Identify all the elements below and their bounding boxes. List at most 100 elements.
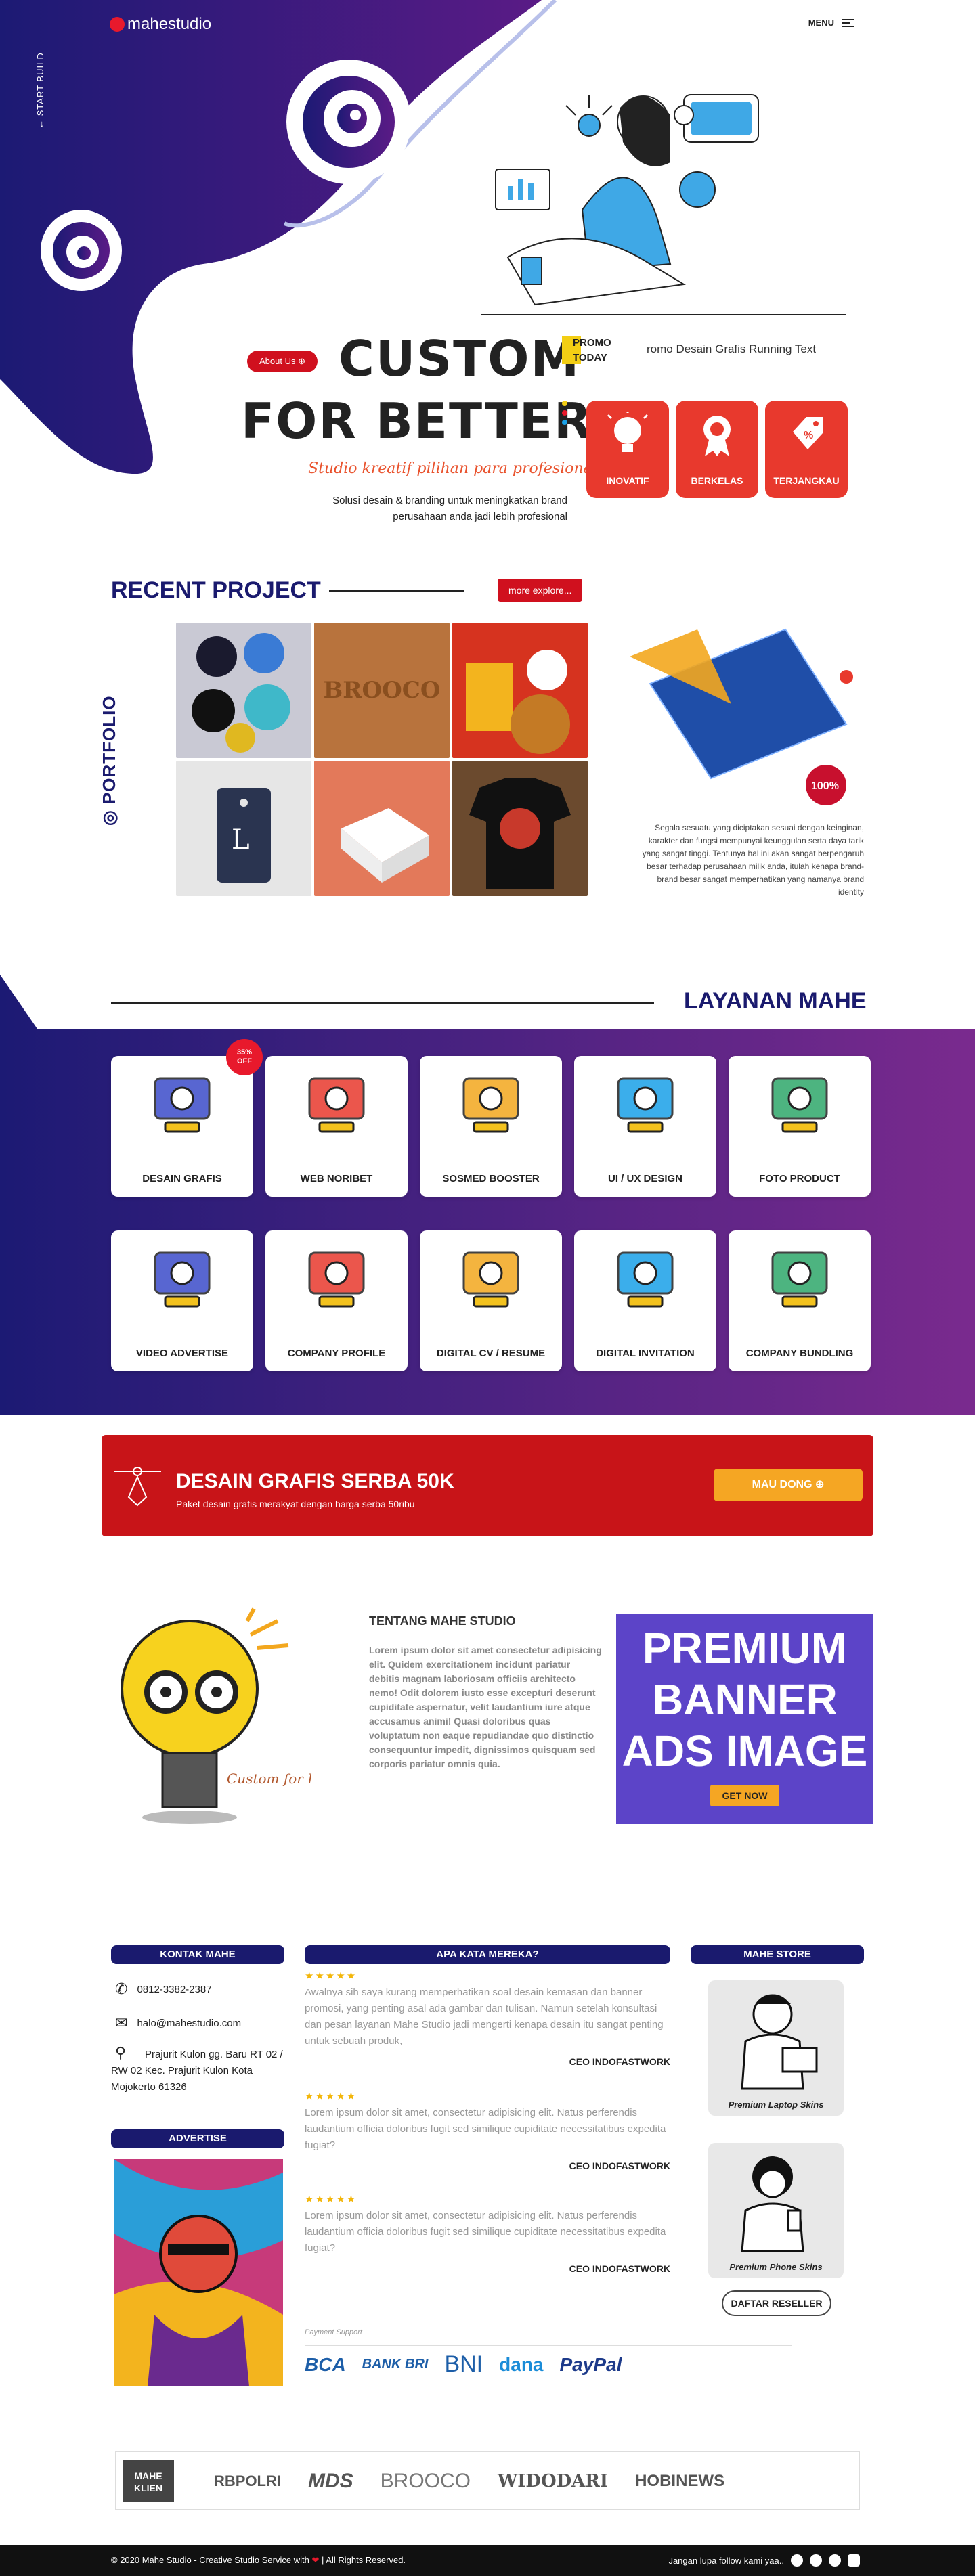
portfolio-side-label: ◎ PORTFOLIO [99, 695, 119, 826]
contact-phone[interactable]: ✆ 0812-3382-2387 [115, 1980, 212, 1998]
service-card-foto-product[interactable]: FOTO PRODUCT [729, 1056, 871, 1197]
service-icon [308, 1251, 365, 1308]
payment-logo: BCA [305, 2353, 346, 2375]
recent-project-title: RECENT PROJECT [111, 577, 321, 603]
mail-icon: ✉ [115, 2014, 128, 2031]
service-icon [154, 1251, 211, 1308]
social-links: Jangan lupa follow kami yaa.. [668, 2554, 860, 2567]
portfolio-item-stickers[interactable] [176, 623, 311, 758]
hero-illustration [481, 94, 846, 315]
payment-logos: BCA BANK BRI BNI dana PayPal [305, 2345, 792, 2378]
man-with-laptop-icon [741, 1994, 818, 2090]
client-logo: WIDODARI [498, 2471, 609, 2491]
svg-text:%: % [804, 430, 813, 441]
whatsapp-icon: ✆ [115, 1980, 128, 1997]
client-logo: RBPOLRI [214, 2472, 281, 2489]
store-title: MAHE STORE [691, 1945, 864, 1964]
store-item-phone-skins[interactable]: Premium Phone Skins [708, 2143, 844, 2278]
portfolio-item-hang-tag[interactable]: L [176, 761, 311, 896]
rating-stars: ★★★★★ [305, 2194, 358, 2205]
contact-address: Prajurit Kulon gg. Baru RT 02 / RW 02 Ke… [111, 2049, 283, 2093]
service-card-web-noribet[interactable]: WEB NORIBET [265, 1056, 408, 1197]
copyright: © 2020 Mahe Studio - Creative Studio Ser… [111, 2555, 406, 2565]
client-logos: RBPOLRI MDS BROOCO WIDODARI HOBINEWS [214, 2452, 724, 2510]
service-icon [617, 1077, 674, 1133]
site-logo[interactable]: mahestudio [110, 15, 211, 34]
store-item-laptop-skins[interactable]: Premium Laptop Skins [708, 1980, 844, 2116]
service-card-video-advertise[interactable]: VIDEO ADVERTISE [111, 1230, 253, 1371]
svg-text:Custom for Better: Custom for Better [227, 1771, 311, 1787]
service-icon [771, 1077, 828, 1133]
lightbulb-icon [607, 412, 648, 452]
running-text: romo Desain Grafis Running Text [647, 342, 817, 355]
twitter-icon[interactable] [829, 2554, 841, 2567]
lightbulb-mascot: Custom for Better [121, 1607, 311, 1824]
service-icon [462, 1251, 519, 1308]
service-card-ui-ux-design[interactable]: UI / UX DESIGN [574, 1056, 716, 1197]
more-explore-button[interactable]: more explore... [498, 579, 583, 602]
hero-tagline: Studio kreatif pilihan para profesional [308, 460, 597, 477]
rating-stars: ★★★★★ [305, 1970, 358, 1982]
service-card-digital-invitation[interactable]: DIGITAL INVITATION [574, 1230, 716, 1371]
payment-support-label: Payment Support [305, 2328, 362, 2336]
price-tag-icon: % [793, 417, 823, 449]
client-logo: MDS [308, 2470, 353, 2492]
payment-logo: PayPal [559, 2353, 622, 2375]
daftar-reseller-button[interactable]: DAFTAR RESELLER [722, 2290, 831, 2316]
promo-today: PROMO TODAY [562, 336, 620, 365]
testimonial-2: ★★★★★ Lorem ipsum dolor sit amet, consec… [305, 2091, 670, 2171]
portfolio-item-brooco-stamp[interactable]: BROOCO [314, 623, 450, 758]
contact-email[interactable]: ✉ halo@mahestudio.com [115, 2014, 241, 2032]
svg-text:L: L [232, 824, 250, 856]
client-logo: HOBINEWS [635, 2472, 725, 2490]
service-icon [462, 1077, 519, 1133]
mau-dong-button[interactable]: MAU DONG ⊕ [714, 1469, 863, 1501]
service-icon [771, 1251, 828, 1308]
service-card-company-profile[interactable]: COMPANY PROFILE [265, 1230, 408, 1371]
payment-logo: BNI [444, 2351, 483, 2377]
color-dots [562, 401, 567, 435]
contact-title: KONTAK MAHE [111, 1945, 284, 1964]
promo-title: DESAIN GRAFIS SERBA 50K [176, 1470, 454, 1492]
logo-mark-icon [110, 17, 125, 32]
rating-stars: ★★★★★ [305, 2091, 358, 2102]
blueprint-illustration: 100% [630, 628, 853, 805]
portfolio-item-food-box[interactable] [314, 761, 450, 896]
client-logo: BROOCO [380, 2470, 471, 2492]
service-card-digital-cv-resume[interactable]: DIGITAL CV / RESUME [420, 1230, 562, 1371]
clients-label: MAHE KLIEN [123, 2460, 174, 2502]
feature-card-terjangkau[interactable]: % TERJANGKAU [765, 401, 848, 498]
service-icon [308, 1077, 365, 1133]
portfolio-item-fried-chicken[interactable] [452, 623, 588, 758]
about-us-button[interactable]: About Us ⊕ [247, 351, 318, 372]
footer: © 2020 Mahe Studio - Creative Studio Ser… [0, 2545, 975, 2576]
heart-icon: ❤ [311, 2555, 320, 2565]
feature-card-inovatif[interactable]: INOVATIF [586, 401, 669, 498]
hero-description: Solusi desain & branding untuk meningkat… [332, 495, 567, 523]
advertise-title: ADVERTISE [111, 2129, 284, 2148]
start-build-link[interactable]: ← START BUILD [35, 52, 45, 129]
service-card-desain-grafis[interactable]: DESAIN GRAFIS [111, 1056, 253, 1197]
facebook-icon[interactable] [791, 2554, 803, 2567]
award-ribbon-icon [703, 416, 731, 456]
about-title: TENTANG MAHE STUDIO [369, 1614, 516, 1628]
testimonial-1: ★★★★★ Awalnya sih saya kurang memperhati… [305, 1970, 670, 2067]
advertise-artwork[interactable] [114, 2159, 283, 2386]
promo-subtitle: Paket desain grafis merakyat dengan harg… [176, 1498, 415, 1509]
instagram-icon[interactable] [810, 2554, 822, 2567]
menu-button[interactable]: MENU [808, 18, 854, 28]
service-card-sosmed-booster[interactable]: SOSMED BOOSTER [420, 1056, 562, 1197]
premium-banner-ad[interactable]: PREMIUM BANNER ADS IMAGE GET NOW [616, 1614, 873, 1824]
testimonials-title: APA KATA MEREKA? [305, 1945, 670, 1964]
get-now-button[interactable]: GET NOW [710, 1785, 780, 1806]
youtube-icon[interactable] [848, 2554, 860, 2567]
service-card-company-bundling[interactable]: COMPANY BUNDLING [729, 1230, 871, 1371]
service-icon [154, 1077, 211, 1133]
portfolio-item-tshirt[interactable] [452, 761, 588, 896]
divider [111, 1002, 654, 1004]
feature-card-berkelas[interactable]: BERKELAS [676, 401, 758, 498]
payment-logo: BANK BRI [362, 2357, 429, 2372]
svg-text:100%: 100% [811, 780, 839, 792]
testimonial-3: ★★★★★ Lorem ipsum dolor sit amet, consec… [305, 2194, 670, 2274]
discount-badge: 35% OFF [226, 1039, 263, 1075]
